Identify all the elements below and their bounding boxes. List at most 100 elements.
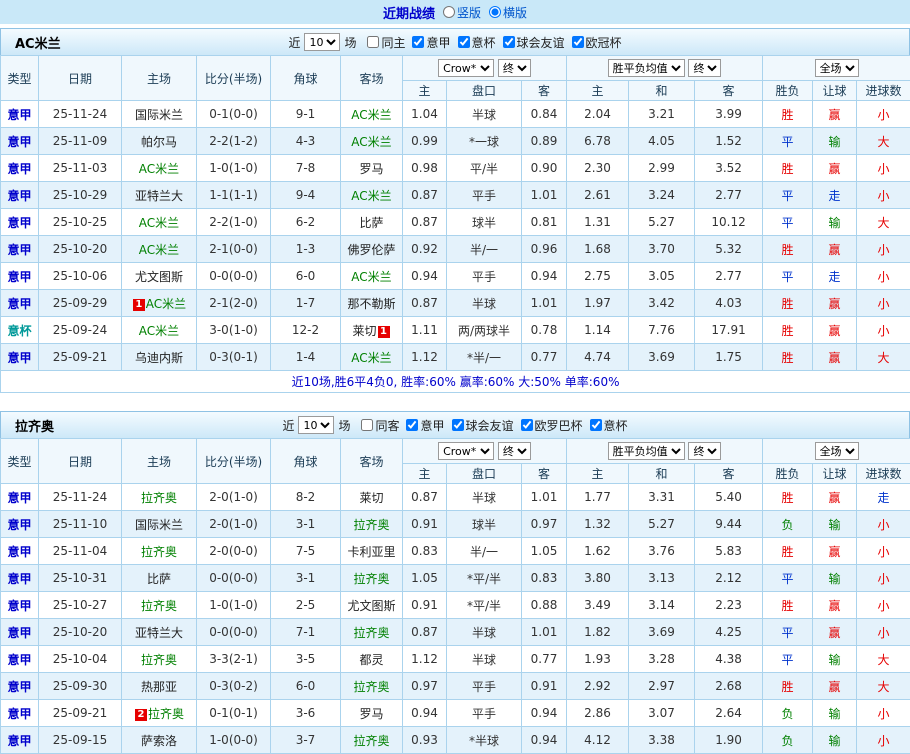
match-type: 意甲 <box>1 182 39 209</box>
team-name-link[interactable]: 佛罗伦萨 <box>347 243 395 257</box>
filter-checkbox-input[interactable] <box>458 36 470 48</box>
filter-checkbox-input[interactable] <box>406 419 418 431</box>
team-name-link[interactable]: AC米兰 <box>139 216 179 230</box>
fulltime-select[interactable]: 全场 <box>815 442 859 460</box>
competition-filters: 同主意甲意杯球会友谊欧冠杯 <box>360 34 621 51</box>
filter-checkbox[interactable]: 意甲 <box>412 34 450 51</box>
filter-checkbox-input[interactable] <box>572 36 584 48</box>
team-name-link[interactable]: 拉齐奥 <box>353 626 389 640</box>
recent-count-select[interactable]: 10 <box>298 416 334 434</box>
team-name-link[interactable]: 莱切 <box>352 324 376 338</box>
team-name-link[interactable]: 卡利亚里 <box>347 545 395 559</box>
team-name-link[interactable]: 莱切 <box>359 491 383 505</box>
team-name-link[interactable]: 那不勒斯 <box>347 297 395 311</box>
asian-handicap: 平手 <box>447 182 522 209</box>
filter-checkbox[interactable]: 球会友谊 <box>503 34 565 51</box>
match-type: 意甲 <box>1 155 39 182</box>
away-team-cell: 拉齐奥 <box>341 673 403 700</box>
team-name-link[interactable]: AC米兰 <box>139 243 179 257</box>
layout-option-vertical[interactable]: 竖版 <box>443 4 481 21</box>
filter-checkbox[interactable]: 同主 <box>367 34 405 51</box>
team-name-link[interactable]: 罗马 <box>359 707 383 721</box>
filter-checkbox[interactable]: 意杯 <box>458 34 496 51</box>
team-name-link[interactable]: 热那亚 <box>141 680 177 694</box>
team-name-link[interactable]: AC米兰 <box>351 189 391 203</box>
team-name-link[interactable]: AC米兰 <box>351 270 391 284</box>
team-name-link[interactable]: 比萨 <box>147 572 171 586</box>
filter-checkbox-input[interactable] <box>521 419 533 431</box>
team-name-link[interactable]: 乌迪内斯 <box>135 351 183 365</box>
home-team-cell: 1AC米兰 <box>122 290 197 317</box>
filter-checkbox[interactable]: 同客 <box>361 417 399 434</box>
filter-checkbox[interactable]: 欧冠杯 <box>572 34 622 51</box>
team-name-link[interactable]: 都灵 <box>359 653 383 667</box>
team-name-link[interactable]: 亚特兰大 <box>135 189 183 203</box>
team-name-link[interactable]: AC米兰 <box>351 351 391 365</box>
result-outcome: 胜 <box>763 155 813 182</box>
odds-stage-select[interactable]: 终 <box>498 59 531 77</box>
team-name-link[interactable]: 拉齐奥 <box>141 599 177 613</box>
team-name-link[interactable]: 拉齐奥 <box>141 545 177 559</box>
europe-odds-select[interactable]: 胜平负均值 <box>608 442 685 460</box>
team-name-link[interactable]: 拉齐奥 <box>141 491 177 505</box>
filter-checkbox[interactable]: 欧罗巴杯 <box>521 417 583 434</box>
filter-checkbox[interactable]: 意甲 <box>406 417 444 434</box>
team-name-link[interactable]: 拉齐奥 <box>141 653 177 667</box>
odds-company-select[interactable]: Crow* <box>438 442 494 460</box>
horizontal-layout-radio[interactable] <box>489 6 501 18</box>
subcol-asian-away: 客 <box>522 464 567 484</box>
subcol-asian-home: 主 <box>403 464 447 484</box>
team-name-link[interactable]: 帕尔马 <box>141 135 177 149</box>
team-name-link[interactable]: 尤文图斯 <box>135 270 183 284</box>
team-name-link[interactable]: AC米兰 <box>351 135 391 149</box>
team-name-link[interactable]: 拉齐奥 <box>353 680 389 694</box>
asian-handicap: *一球 <box>447 128 522 155</box>
filter-checkbox-input[interactable] <box>361 419 373 431</box>
team-name-link[interactable]: 拉齐奥 <box>353 734 389 748</box>
result-outcome: 平 <box>763 565 813 592</box>
team-name-link[interactable]: AC米兰 <box>139 162 179 176</box>
team-name-link[interactable]: 拉齐奥 <box>353 518 389 532</box>
fulltime-select[interactable]: 全场 <box>815 59 859 77</box>
team-name-link[interactable]: AC米兰 <box>351 108 391 122</box>
result-outcome: 平 <box>763 263 813 290</box>
recent-count-select[interactable]: 10 <box>304 33 340 51</box>
team-name-link[interactable]: 比萨 <box>359 216 383 230</box>
match-score: 2-0(1-0) <box>197 484 271 511</box>
corner-score: 6-0 <box>271 263 341 290</box>
odds-stage-select[interactable]: 终 <box>498 442 531 460</box>
corner-score: 6-0 <box>271 673 341 700</box>
filter-checkbox-input[interactable] <box>452 419 464 431</box>
filter-checkbox[interactable]: 意杯 <box>590 417 628 434</box>
match-score: 2-1(0-0) <box>197 236 271 263</box>
team-name-link[interactable]: 国际米兰 <box>135 108 183 122</box>
filter-checkbox-input[interactable] <box>412 36 424 48</box>
europe-odds-select[interactable]: 胜平负均值 <box>608 59 685 77</box>
filter-checkbox-input[interactable] <box>367 36 379 48</box>
europe-stage-select[interactable]: 终 <box>688 442 721 460</box>
team-name-link[interactable]: 亚特兰大 <box>135 626 183 640</box>
team-name-link[interactable]: 国际米兰 <box>135 518 183 532</box>
team-name-link[interactable]: 萨索洛 <box>141 734 177 748</box>
avg-away-odds: 2.77 <box>695 263 763 290</box>
avg-draw-odds: 3.07 <box>629 700 695 727</box>
avg-away-odds: 4.25 <box>695 619 763 646</box>
europe-stage-select[interactable]: 终 <box>688 59 721 77</box>
asian-handicap: 半/一 <box>447 236 522 263</box>
filter-checkbox[interactable]: 球会友谊 <box>452 417 514 434</box>
team-name-link[interactable]: 罗马 <box>359 162 383 176</box>
result-outcome: 平 <box>763 619 813 646</box>
filter-checkbox-input[interactable] <box>590 419 602 431</box>
filter-checkbox-input[interactable] <box>503 36 515 48</box>
corner-score: 7-1 <box>271 619 341 646</box>
team-name-link[interactable]: 拉齐奥 <box>353 572 389 586</box>
team-name-link[interactable]: 尤文图斯 <box>347 599 395 613</box>
team-name-link[interactable]: 拉齐奥 <box>148 707 184 721</box>
team-name-link[interactable]: AC米兰 <box>146 297 186 311</box>
odds-company-select[interactable]: Crow* <box>438 59 494 77</box>
vertical-layout-radio[interactable] <box>443 6 455 18</box>
match-row: 意甲25-09-291AC米兰2-1(2-0)1-7那不勒斯0.87半球1.01… <box>1 290 910 317</box>
layout-option-horizontal[interactable]: 横版 <box>489 4 527 21</box>
team-name-link[interactable]: AC米兰 <box>139 324 179 338</box>
result-handicap: 输 <box>813 646 857 673</box>
